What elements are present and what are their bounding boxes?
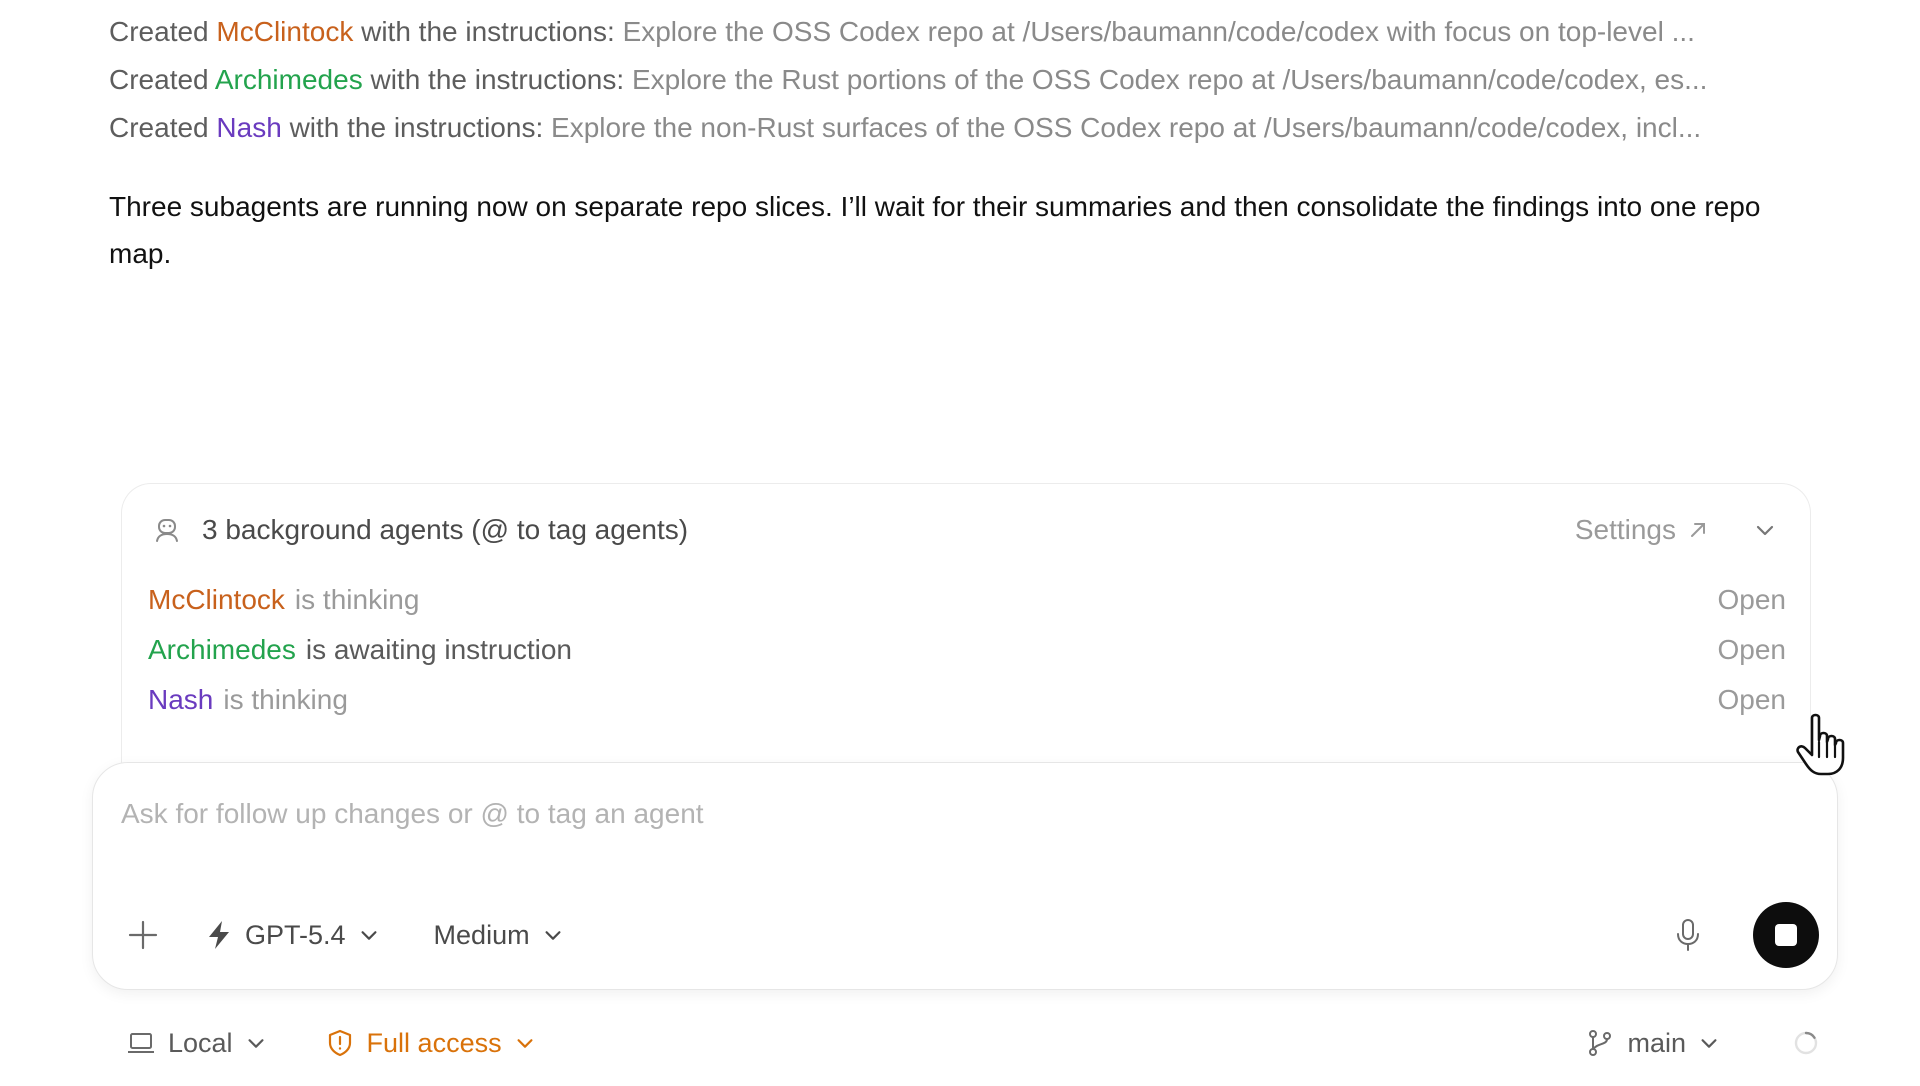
access-label: Full access <box>366 1027 502 1058</box>
composer-toolbar: GPT-5.4 Medium <box>125 901 1819 969</box>
plus-icon <box>128 920 158 950</box>
chevron-down-icon <box>245 1032 267 1054</box>
transcript-log: Created McClintock with the instructions… <box>109 8 1829 152</box>
chevron-down-icon <box>1698 1032 1720 1054</box>
agent-row-mcclintock: McClintock is thinking Open <box>148 576 1786 624</box>
background-agents-panel: 3 background agents (@ to tag agents) Se… <box>121 483 1811 774</box>
codex-chat-page: Created McClintock with the instructions… <box>0 0 1920 1086</box>
settings-label: Settings <box>1574 514 1676 545</box>
open-agent-button[interactable]: Open <box>1718 634 1787 666</box>
model-selector[interactable]: GPT-5.4 <box>205 920 380 951</box>
branch-label: main <box>1627 1027 1686 1058</box>
line-prefix: Created <box>109 16 209 47</box>
agent-status: is awaiting instruction <box>305 634 572 665</box>
shield-alert-icon <box>325 1028 355 1058</box>
transcript-line: Created Nash with the instructions: Expl… <box>109 104 1829 152</box>
line-middle: with the instructions: <box>361 16 615 47</box>
line-middle: with the instructions: <box>289 112 544 143</box>
stop-button[interactable] <box>1753 902 1819 968</box>
agent-name[interactable]: McClintock <box>148 584 285 616</box>
environment-label: Local <box>168 1027 233 1058</box>
line-instructions: Explore the OSS Codex repo at /Users/bau… <box>622 16 1695 47</box>
git-branch-icon <box>1585 1028 1615 1058</box>
agent-status: is thinking <box>223 684 348 715</box>
transcript-line: Created McClintock with the instructions… <box>109 8 1829 56</box>
robot-icon <box>152 515 182 545</box>
chevron-down-icon <box>1756 525 1774 536</box>
microphone-icon <box>1677 919 1699 951</box>
agent-row-nash: Nash is thinking Open <box>148 676 1786 724</box>
open-agent-button[interactable]: Open <box>1718 684 1787 716</box>
laptop-icon <box>126 1028 156 1058</box>
agents-panel-title: 3 background agents (@ to tag agents) <box>202 514 689 545</box>
access-level-selector[interactable]: Full access <box>325 1028 536 1059</box>
stop-icon <box>1775 924 1797 946</box>
agent-row-archimedes: Archimedes is awaiting instruction Open <box>148 626 1786 674</box>
follow-up-input[interactable] <box>119 791 1723 837</box>
agent-name-mcclintock[interactable]: McClintock <box>216 16 353 47</box>
agents-settings-link[interactable]: Settings <box>1575 514 1710 546</box>
environment-selector[interactable]: Local <box>126 1028 267 1059</box>
voice-input-button[interactable] <box>1673 917 1703 953</box>
external-arrow-icon <box>1686 518 1710 542</box>
transcript-line: Created Archimedes with the instructions… <box>109 56 1829 104</box>
effort-label: Medium <box>433 919 530 950</box>
composer-footer: Local Full access main <box>126 1020 1820 1066</box>
line-prefix: Created <box>109 64 209 95</box>
reasoning-effort-selector[interactable]: Medium <box>434 920 564 951</box>
chevron-down-icon <box>358 924 380 946</box>
collapse-panel-button[interactable] <box>1750 515 1780 545</box>
agent-name[interactable]: Nash <box>148 684 213 716</box>
chevron-down-icon <box>542 924 564 946</box>
agent-name-archimedes[interactable]: Archimedes <box>215 64 363 95</box>
agent-name-nash[interactable]: Nash <box>216 112 281 143</box>
assistant-message: Three subagents are running now on separ… <box>109 191 1761 269</box>
composer: GPT-5.4 Medium <box>92 762 1838 990</box>
hand-pointer-cursor-icon <box>1796 713 1845 776</box>
agents-panel-header: 3 background agents (@ to tag agents) Se… <box>152 506 1780 554</box>
line-instructions: Explore the Rust portions of the OSS Cod… <box>631 64 1708 95</box>
chevron-down-icon <box>514 1032 536 1054</box>
add-attachment-button[interactable] <box>125 917 161 953</box>
spinner-icon <box>1792 1029 1820 1057</box>
line-prefix: Created <box>109 112 209 143</box>
agent-name[interactable]: Archimedes <box>148 634 296 666</box>
model-label: GPT-5.4 <box>245 919 346 950</box>
line-middle: with the instructions: <box>370 64 625 95</box>
branch-selector[interactable]: main <box>1585 1028 1720 1059</box>
agent-status: is thinking <box>294 584 420 615</box>
open-agent-button[interactable]: Open <box>1718 584 1787 616</box>
line-instructions: Explore the non-Rust surfaces of the OSS… <box>551 112 1702 143</box>
bolt-icon <box>205 920 233 950</box>
